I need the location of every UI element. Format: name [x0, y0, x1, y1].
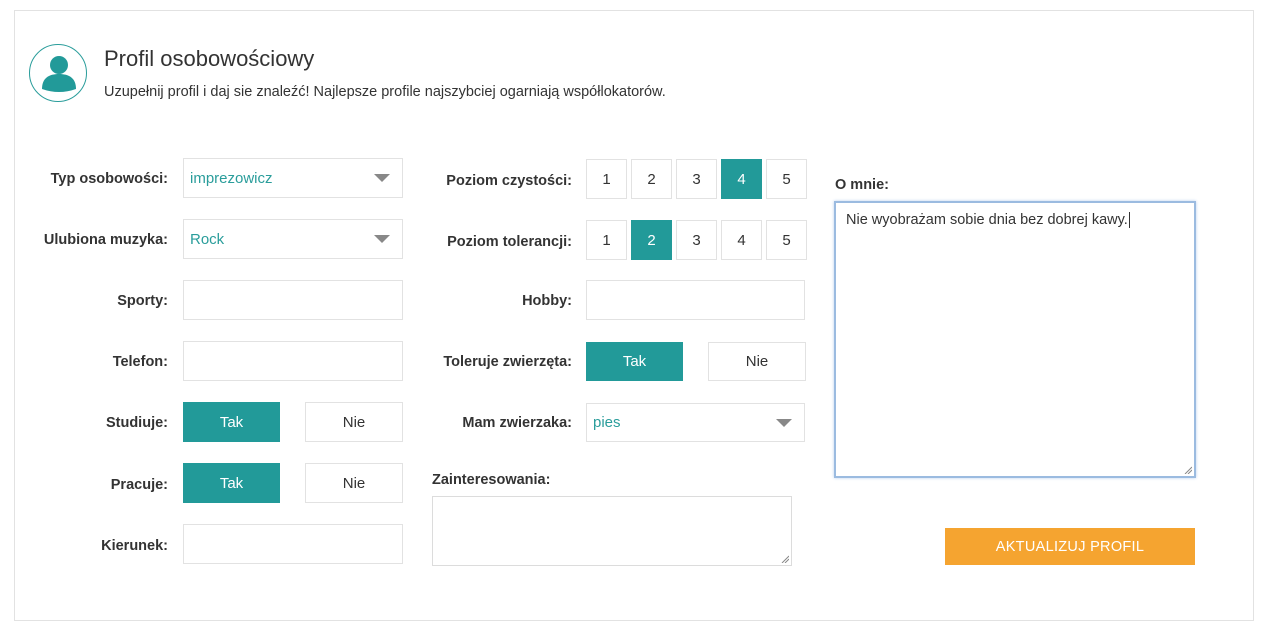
phone-input[interactable] — [183, 341, 403, 381]
tolerance-label: Poziom tolerancji: — [447, 234, 572, 250]
personality-label: Typ osobowości: — [50, 171, 168, 187]
works-no-button[interactable]: Nie — [305, 463, 403, 503]
cleanliness-option-1[interactable]: 1 — [586, 159, 627, 199]
pets-tolerance-no-button[interactable]: Nie — [708, 342, 806, 381]
resize-handle-icon[interactable] — [1184, 466, 1192, 474]
major-label: Kierunek: — [101, 538, 168, 554]
cleanliness-label: Poziom czystości: — [446, 173, 572, 189]
hobby-label: Hobby: — [522, 293, 572, 309]
resize-handle-icon[interactable] — [781, 555, 789, 563]
page-title: Profil osobowościowy — [104, 46, 315, 71]
phone-label: Telefon: — [112, 354, 168, 370]
studies-label: Studiuje: — [105, 415, 168, 431]
user-avatar-icon — [29, 44, 87, 102]
tolerance-option-3[interactable]: 3 — [676, 220, 717, 260]
pet-label: Mam zwierzaka: — [462, 415, 572, 431]
hobby-input[interactable] — [586, 280, 805, 320]
chevron-down-icon — [374, 174, 390, 182]
tolerance-option-1[interactable]: 1 — [586, 220, 627, 260]
personality-select[interactable]: imprezowicz — [183, 158, 403, 198]
studies-yes-button[interactable]: Tak — [183, 402, 280, 442]
works-yes-button[interactable]: Tak — [183, 463, 280, 503]
chevron-down-icon — [776, 418, 792, 427]
cleanliness-option-5[interactable]: 5 — [766, 159, 807, 199]
chevron-down-icon — [374, 235, 390, 243]
pets-tolerance-yes-button[interactable]: Tak — [586, 342, 683, 381]
tolerance-option-5[interactable]: 5 — [766, 220, 807, 260]
works-label: Pracuje: — [110, 477, 168, 493]
about-label: O mnie: — [835, 177, 889, 193]
cleanliness-option-2[interactable]: 2 — [631, 159, 672, 199]
music-select[interactable]: Rock — [183, 219, 403, 259]
update-profile-button[interactable]: AKTUALIZUJ PROFIL — [945, 528, 1195, 565]
sports-label: Sporty: — [117, 293, 168, 309]
tolerance-option-4[interactable]: 4 — [721, 220, 762, 260]
about-textarea[interactable]: Nie wyobrażam sobie dnia bez dobrej kawy… — [834, 201, 1196, 478]
cleanliness-option-4[interactable]: 4 — [721, 159, 762, 199]
music-value: Rock — [190, 230, 225, 248]
studies-no-button[interactable]: Nie — [305, 402, 403, 442]
pets-tolerance-label: Toleruje zwierzęta: — [443, 354, 572, 370]
about-text: Nie wyobrażam sobie dnia bez dobrej kawy… — [846, 212, 1128, 228]
music-label: Ulubiona muzyka: — [43, 232, 168, 248]
pet-select[interactable]: pies — [586, 403, 805, 442]
personality-value: imprezowicz — [190, 169, 273, 187]
text-cursor — [1128, 212, 1130, 228]
pet-value: pies — [593, 414, 621, 431]
interests-label: Zainteresowania: — [432, 472, 551, 488]
page-subtitle: Uzupełnij profil i daj sie znaleźć! Najl… — [104, 84, 666, 100]
tolerance-option-2[interactable]: 2 — [631, 220, 672, 260]
major-input[interactable] — [183, 524, 403, 564]
cleanliness-option-3[interactable]: 3 — [676, 159, 717, 199]
sports-input[interactable] — [183, 280, 403, 320]
interests-textarea[interactable] — [432, 496, 792, 566]
